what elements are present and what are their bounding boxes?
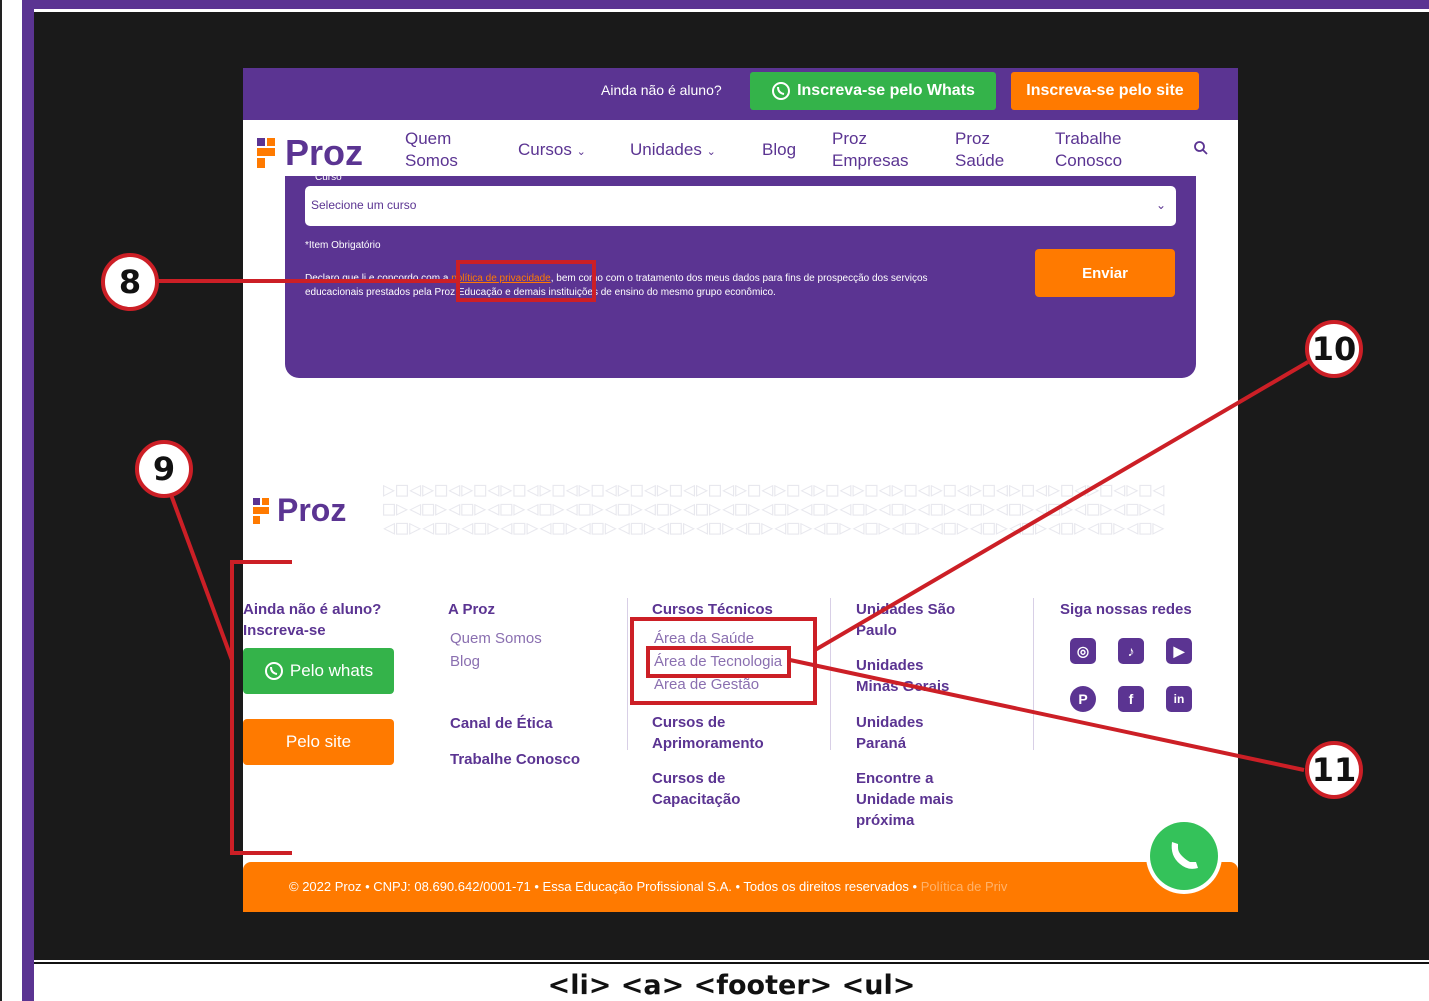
footer-col1-title: Ainda não é aluno? Inscreva-se (243, 601, 382, 639)
highlight-privacy-link (456, 260, 596, 302)
left-frame-border (0, 0, 24, 1001)
linkedin-icon[interactable]: in (1166, 686, 1192, 712)
column-divider (830, 598, 831, 750)
search-icon[interactable] (1193, 140, 1209, 156)
facebook-icon[interactable]: f (1118, 686, 1144, 712)
signup-whats-button[interactable]: Inscreva-se pelo Whats (750, 72, 996, 110)
pinterest-icon[interactable]: P (1070, 686, 1096, 712)
html-tags-caption: <li> <a> <footer> <ul> (547, 970, 916, 1001)
footer-logo[interactable]: Proz (253, 492, 346, 529)
callout-11: 11 (1305, 741, 1363, 799)
nav-blog[interactable]: Blog (762, 139, 796, 161)
nav-trabalhe-conosco[interactable]: Trabalhe Conosco (1055, 128, 1135, 172)
whatsapp-icon (264, 662, 283, 680)
nav-cursos[interactable]: Cursos ⌄ (518, 139, 586, 163)
floating-whatsapp-button[interactable] (1146, 818, 1222, 894)
signup-form-panel: Curso Selecione um curso ⌄ *Item Obrigat… (285, 172, 1196, 378)
proz-logo-mark-icon (257, 138, 279, 168)
not-student-prompt: Ainda não é aluno? (601, 82, 722, 98)
footer-logo-text: Proz (277, 492, 347, 528)
callout-8: 8 (101, 253, 159, 311)
decorative-pattern: ▷□◁▷□◁▷□◁▷□◁▷□◁▷□◁▷□◁▷□◁▷□◁▷□◁▷□◁▷□◁▷□◁▷… (383, 480, 1166, 538)
footer-col5-title: Siga nossas redes (1060, 601, 1192, 618)
copyright-text: © 2022 Proz • CNPJ: 08.690.642/0001-71 •… (289, 879, 1007, 894)
instagram-icon[interactable]: ◎ (1070, 638, 1096, 664)
footer-link-quem-somos[interactable]: Quem Somos (450, 628, 542, 650)
callout-10: 10 (1305, 320, 1363, 378)
nav-unidades-label: Unidades (630, 140, 702, 159)
required-note: *Item Obrigatório (305, 240, 381, 251)
privacy-footer-link[interactable]: Política de Priv (921, 879, 1008, 894)
footer-link-unidades-mg[interactable]: Unidades Minas Gerais (856, 655, 956, 697)
consent-text: Declaro que li e concordo com a política… (305, 272, 965, 300)
curso-label: Curso (315, 172, 342, 183)
curso-select[interactable]: Selecione um curso ⌄ (305, 186, 1176, 226)
chevron-down-icon: ⌄ (706, 146, 716, 158)
chevron-down-icon: ⌄ (576, 146, 586, 158)
footer-link-unidades-pr[interactable]: Unidades Paraná (856, 712, 956, 754)
whatsapp-icon (1150, 822, 1218, 890)
curso-select-placeholder: Selecione um curso (311, 198, 417, 212)
main-navbar: Proz Quem Somos Cursos ⌄ Unidades ⌄ Blog… (243, 120, 1238, 182)
nav-unidades[interactable]: Unidades ⌄ (630, 139, 716, 163)
signup-site-button[interactable]: Inscreva-se pelo site (1011, 72, 1199, 110)
proz-logo-text: Proz (285, 132, 364, 173)
consent-text-before: Declaro que li e concordo com a (305, 273, 452, 284)
footer-site-button[interactable]: Pelo site (243, 719, 394, 765)
footer-link-trabalhe-conosco[interactable]: Trabalhe Conosco (450, 749, 580, 770)
proz-logo-mark-icon (253, 497, 271, 524)
signup-site-label: Inscreva-se pelo site (1026, 82, 1184, 99)
footer-link-encontre-unidade[interactable]: Encontre a Unidade mais próxima (856, 768, 956, 831)
footer-link-canal-etica[interactable]: Canal de Ética (450, 713, 553, 734)
footer-link-cursos-capacitacao[interactable]: Cursos de Capacitação (652, 768, 762, 810)
nav-quem-somos[interactable]: Quem Somos (405, 128, 475, 172)
top-signup-bar: Ainda não é aluno? Inscreva-se pelo What… (243, 68, 1238, 120)
footer-link-blog[interactable]: Blog (450, 651, 480, 673)
tiktok-icon[interactable]: ♪ (1118, 638, 1144, 664)
youtube-icon[interactable]: ▶ (1166, 638, 1192, 664)
footer-whats-button[interactable]: Pelo whats (243, 648, 394, 694)
column-divider (627, 598, 628, 750)
nav-proz-saude[interactable]: Proz Saúde (955, 128, 1015, 172)
caption-area: <li> <a> <footer> <ul> (34, 962, 1429, 1001)
copyright-bar: © 2022 Proz • CNPJ: 08.690.642/0001-71 •… (243, 862, 1238, 912)
column-divider (1033, 598, 1034, 750)
submit-button[interactable]: Enviar (1035, 249, 1175, 297)
nav-cursos-label: Cursos (518, 140, 572, 159)
chevron-down-icon: ⌄ (1155, 198, 1166, 212)
footer-whats-label: Pelo whats (289, 661, 374, 680)
callout-9: 9 (135, 440, 193, 498)
left-frame-bar (22, 0, 34, 1001)
website-viewport: Ainda não é aluno? Inscreva-se pelo What… (243, 68, 1238, 912)
whatsapp-icon (772, 82, 791, 100)
signup-whats-label: Inscreva-se pelo Whats (797, 82, 975, 99)
proz-logo[interactable]: Proz (257, 132, 363, 174)
nav-proz-empresas[interactable]: Proz Empresas (832, 128, 922, 172)
footer-col2-title: A Proz (448, 601, 495, 618)
highlight-tecnologia-link (646, 646, 791, 678)
footer-link-unidades-sp[interactable]: Unidades São Paulo (856, 599, 956, 641)
footer-link-cursos-aprimoramento[interactable]: Cursos de Aprimoramento (652, 712, 782, 754)
top-frame-border (0, 0, 1429, 9)
copyright-main: © 2022 Proz • CNPJ: 08.690.642/0001-71 •… (289, 879, 918, 894)
